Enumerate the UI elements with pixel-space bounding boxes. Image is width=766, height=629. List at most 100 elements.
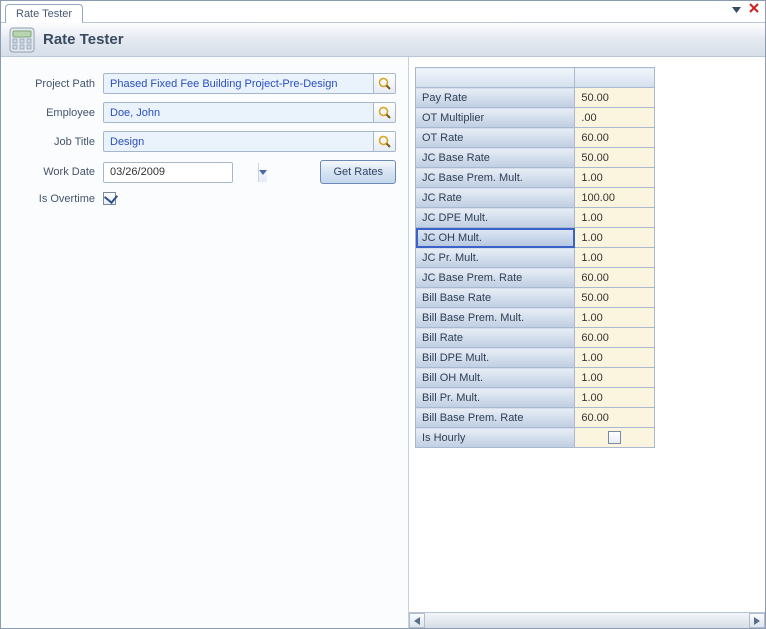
rate-value[interactable]: 50.00 xyxy=(575,88,655,108)
table-row[interactable]: JC DPE Mult.1.00 xyxy=(416,208,655,228)
search-icon xyxy=(378,77,392,91)
table-row[interactable]: JC OH Mult.1.00 xyxy=(416,228,655,248)
project-path-lookup-button[interactable] xyxy=(373,74,395,93)
rate-label: JC OH Mult. xyxy=(416,228,575,248)
employee-input[interactable] xyxy=(104,103,373,122)
work-date-dropdown-button[interactable] xyxy=(258,163,267,182)
rate-value[interactable]: 60.00 xyxy=(575,328,655,348)
rate-label: Bill Base Rate xyxy=(416,288,575,308)
employee-label: Employee xyxy=(15,107,103,119)
table-row[interactable]: Pay Rate50.00 xyxy=(416,88,655,108)
grid-header xyxy=(416,68,655,88)
rate-value[interactable]: 1.00 xyxy=(575,308,655,328)
rate-label: Pay Rate xyxy=(416,88,575,108)
job-title-input[interactable] xyxy=(104,132,373,151)
table-row[interactable]: JC Base Rate50.00 xyxy=(416,148,655,168)
rate-value[interactable]: 1.00 xyxy=(575,348,655,368)
calculator-icon xyxy=(9,27,35,53)
rate-value[interactable]: 1.00 xyxy=(575,168,655,188)
grid-header-label-col xyxy=(416,68,575,88)
rate-value[interactable]: .00 xyxy=(575,108,655,128)
rate-value[interactable]: 1.00 xyxy=(575,228,655,248)
job-title-lookup-button[interactable] xyxy=(373,132,395,151)
table-row[interactable]: Bill OH Mult.1.00 xyxy=(416,368,655,388)
table-row[interactable]: JC Base Prem. Mult.1.00 xyxy=(416,168,655,188)
rate-label: Bill Base Prem. Rate xyxy=(416,408,575,428)
table-row[interactable]: Bill Pr. Mult.1.00 xyxy=(416,388,655,408)
table-row[interactable]: Bill Rate60.00 xyxy=(416,328,655,348)
search-icon xyxy=(378,135,392,149)
rate-value[interactable] xyxy=(575,428,655,448)
rates-pane: Pay Rate50.00OT Multiplier.00OT Rate60.0… xyxy=(409,57,765,628)
rate-value[interactable]: 60.00 xyxy=(575,268,655,288)
tab-rate-tester[interactable]: Rate Tester xyxy=(5,4,83,23)
rate-label: Is Hourly xyxy=(416,428,575,448)
rate-value[interactable]: 1.00 xyxy=(575,368,655,388)
rate-value[interactable]: 60.00 xyxy=(575,128,655,148)
chevron-down-icon xyxy=(259,170,267,175)
chevron-right-icon xyxy=(754,617,760,625)
project-path-lookup xyxy=(103,73,396,94)
scroll-track[interactable] xyxy=(425,613,749,628)
chevron-left-icon xyxy=(414,617,420,625)
project-path-label: Project Path xyxy=(15,78,103,90)
table-row[interactable]: Bill Base Prem. Mult.1.00 xyxy=(416,308,655,328)
rate-value[interactable]: 100.00 xyxy=(575,188,655,208)
scroll-left-button[interactable] xyxy=(409,613,425,628)
rate-value[interactable]: 1.00 xyxy=(575,388,655,408)
rate-value[interactable]: 1.00 xyxy=(575,208,655,228)
work-date-field xyxy=(103,162,233,183)
dropdown-icon[interactable] xyxy=(732,4,741,16)
rate-label: JC Base Prem. Mult. xyxy=(416,168,575,188)
close-icon[interactable] xyxy=(749,3,759,16)
rate-label: OT Multiplier xyxy=(416,108,575,128)
form-pane: Project Path Employee Job xyxy=(1,57,409,628)
rate-label: JC Base Prem. Rate xyxy=(416,268,575,288)
rate-label: JC DPE Mult. xyxy=(416,208,575,228)
rate-value[interactable]: 60.00 xyxy=(575,408,655,428)
body: Project Path Employee Job xyxy=(1,57,765,628)
employee-lookup xyxy=(103,102,396,123)
rate-label: Bill Pr. Mult. xyxy=(416,388,575,408)
tab-label: Rate Tester xyxy=(16,8,72,20)
rate-value[interactable]: 1.00 xyxy=(575,248,655,268)
table-row[interactable]: OT Rate60.00 xyxy=(416,128,655,148)
is-overtime-checkbox[interactable] xyxy=(103,192,116,205)
rate-label: Bill DPE Mult. xyxy=(416,348,575,368)
page-title: Rate Tester xyxy=(43,31,124,48)
rate-label: JC Rate xyxy=(416,188,575,208)
table-row[interactable]: Bill Base Prem. Rate60.00 xyxy=(416,408,655,428)
table-row[interactable]: Bill DPE Mult.1.00 xyxy=(416,348,655,368)
rate-tester-window: Rate Tester Rate Tester xyxy=(0,0,766,629)
work-date-input[interactable] xyxy=(104,163,258,182)
rate-label: OT Rate xyxy=(416,128,575,148)
employee-lookup-button[interactable] xyxy=(373,103,395,122)
project-path-input[interactable] xyxy=(104,74,373,93)
get-rates-button[interactable]: Get Rates xyxy=(320,160,396,184)
rate-label: Bill OH Mult. xyxy=(416,368,575,388)
job-title-label: Job Title xyxy=(15,136,103,148)
table-row[interactable]: JC Base Prem. Rate60.00 xyxy=(416,268,655,288)
horizontal-scrollbar[interactable] xyxy=(409,612,765,628)
table-row[interactable]: OT Multiplier.00 xyxy=(416,108,655,128)
work-date-label: Work Date xyxy=(15,166,103,178)
is-overtime-label: Is Overtime xyxy=(15,193,103,205)
tab-controls xyxy=(732,3,759,16)
rate-label: Bill Base Prem. Mult. xyxy=(416,308,575,328)
job-title-lookup xyxy=(103,131,396,152)
title-bar: Rate Tester xyxy=(1,23,765,57)
table-row[interactable]: JC Pr. Mult.1.00 xyxy=(416,248,655,268)
rate-value[interactable]: 50.00 xyxy=(575,148,655,168)
tab-strip: Rate Tester xyxy=(1,1,765,23)
scroll-right-button[interactable] xyxy=(749,613,765,628)
rate-value[interactable]: 50.00 xyxy=(575,288,655,308)
is-hourly-checkbox[interactable] xyxy=(608,431,621,444)
search-icon xyxy=(378,106,392,120)
table-row[interactable]: JC Rate100.00 xyxy=(416,188,655,208)
table-row[interactable]: Is Hourly xyxy=(416,428,655,448)
grid-header-value-col xyxy=(575,68,655,88)
table-row[interactable]: Bill Base Rate50.00 xyxy=(416,288,655,308)
rate-label: JC Base Rate xyxy=(416,148,575,168)
rate-label: JC Pr. Mult. xyxy=(416,248,575,268)
rates-grid: Pay Rate50.00OT Multiplier.00OT Rate60.0… xyxy=(415,67,655,448)
